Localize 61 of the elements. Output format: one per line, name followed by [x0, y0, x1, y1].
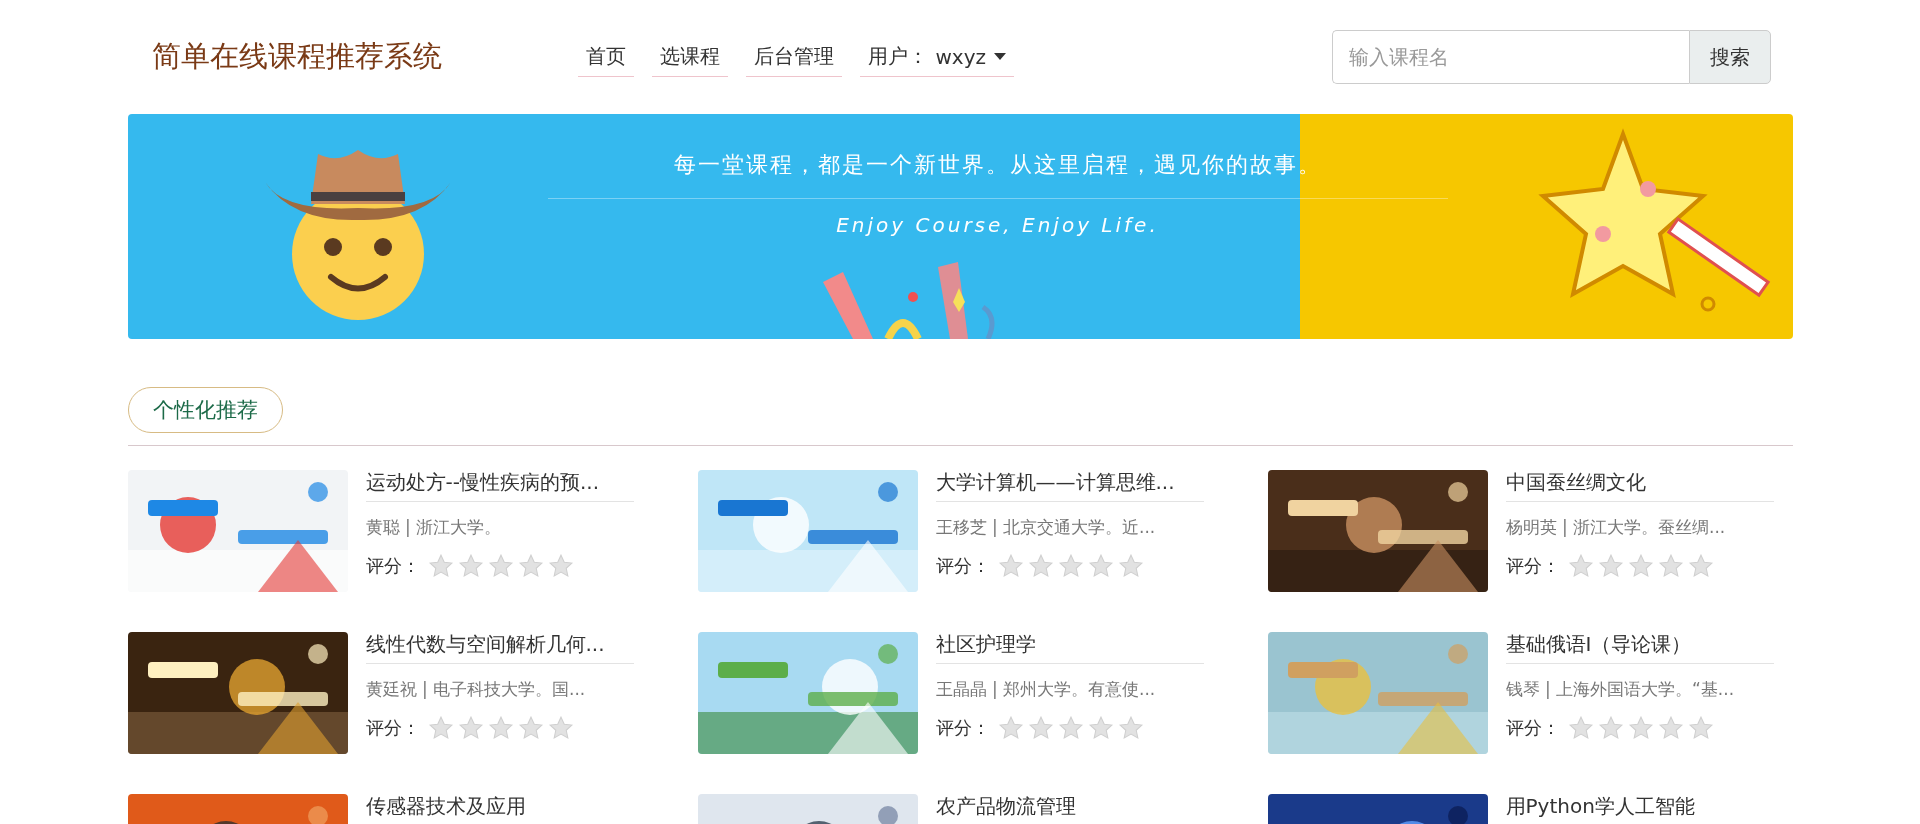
course-title[interactable]: 大学计算机——计算思维... — [935, 470, 1204, 502]
course-meta: 杨明英 | 浙江大学。蚕丝绸... — [1505, 516, 1727, 539]
empty-star-icon[interactable] — [457, 553, 484, 579]
empty-star-icon[interactable] — [1567, 715, 1594, 741]
rating-label: 评分： — [1505, 554, 1560, 578]
empty-star-icon[interactable] — [1117, 553, 1144, 579]
empty-star-icon[interactable] — [1027, 715, 1054, 741]
empty-star-icon[interactable] — [1087, 553, 1114, 579]
search-button[interactable]: 搜索 — [1688, 30, 1771, 84]
rating-label: 评分： — [935, 716, 990, 740]
course-title[interactable]: 基础俄语Ⅰ（导论课） — [1505, 632, 1774, 664]
empty-star-icon[interactable] — [1057, 553, 1084, 579]
empty-star-icon[interactable] — [1027, 553, 1054, 579]
empty-star-icon[interactable] — [517, 553, 544, 579]
empty-star-icon[interactable] — [1117, 715, 1144, 741]
rating-label: 评分： — [365, 554, 420, 578]
empty-star-icon[interactable] — [1687, 553, 1714, 579]
empty-star-icon[interactable] — [997, 715, 1024, 741]
course-meta: 黄廷祝 | 电子科技大学。国... — [365, 678, 587, 701]
empty-star-icon[interactable] — [1567, 553, 1594, 579]
course-meta: 钱琴 | 上海外国语大学。“基... — [1505, 678, 1736, 701]
empty-star-icon[interactable] — [547, 715, 574, 741]
banner-headline: 每一堂课程，都是一个新世界。从这里启程，遇见你的故事。 — [673, 151, 1322, 179]
empty-star-icon[interactable] — [547, 553, 574, 579]
empty-star-icon[interactable] — [1597, 553, 1624, 579]
rating-label: 评分： — [365, 716, 420, 740]
course-meta: 王晶晶 | 郑州大学。有意使... — [935, 678, 1157, 701]
empty-star-icon[interactable] — [1087, 715, 1114, 741]
course-title[interactable]: 线性代数与空间解析几何... — [365, 632, 634, 664]
nav-link[interactable]: 后台管理 — [745, 37, 842, 77]
search-field[interactable]: 输入课程名 — [1331, 30, 1689, 84]
rating-label: 评分： — [1505, 716, 1560, 740]
course-title[interactable]: 农产品物流管理 — [935, 794, 1204, 824]
course-title[interactable]: 社区护理学 — [935, 632, 1204, 664]
empty-star-icon[interactable] — [1597, 715, 1624, 741]
empty-star-icon[interactable] — [1057, 715, 1084, 741]
course-title[interactable]: 运动处方--慢性疾病的预... — [365, 470, 634, 502]
empty-star-icon[interactable] — [427, 715, 454, 741]
rating-label: 评分： — [935, 554, 990, 578]
empty-star-icon[interactable] — [487, 553, 514, 579]
empty-star-icon[interactable] — [1657, 553, 1684, 579]
empty-star-icon[interactable] — [487, 715, 514, 741]
course-meta: 王移芝 | 北京交通大学。近... — [935, 516, 1157, 539]
empty-star-icon[interactable] — [427, 553, 454, 579]
course-title[interactable]: 传感器技术及应用 — [365, 794, 634, 824]
nav-link[interactable]: 首页 — [577, 37, 634, 77]
empty-star-icon[interactable] — [1627, 715, 1654, 741]
empty-star-icon[interactable] — [517, 715, 544, 741]
nav-link[interactable]: 选课程 — [651, 37, 728, 77]
banner-tagline: Enjoy Course, Enjoy Life. — [836, 213, 1159, 237]
site-title: 简单在线课程推荐系统 — [151, 38, 443, 75]
empty-star-icon[interactable] — [997, 553, 1024, 579]
empty-star-icon[interactable] — [1627, 553, 1654, 579]
course-title[interactable]: 用Python学人工智能 — [1505, 794, 1774, 824]
empty-star-icon[interactable] — [1657, 715, 1684, 741]
course-title[interactable]: 中国蚕丝绸文化 — [1505, 470, 1774, 502]
empty-star-icon[interactable] — [457, 715, 484, 741]
empty-star-icon[interactable] — [1687, 715, 1714, 741]
course-meta: 黄聪 | 浙江大学。 — [365, 516, 503, 539]
user-menu[interactable]: 用户： wxyz — [859, 37, 1015, 77]
caret-icon — [994, 53, 1007, 60]
